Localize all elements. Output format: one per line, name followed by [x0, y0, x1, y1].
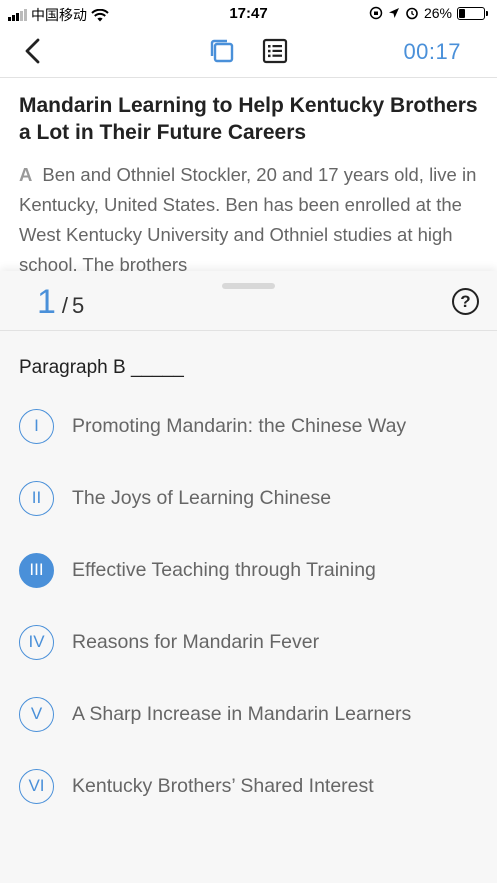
option-text: The Joys of Learning Chinese	[72, 486, 332, 509]
question-counter: 1 / 5	[37, 283, 84, 322]
option-badge[interactable]: III	[19, 552, 54, 588]
counter-current: 1	[37, 283, 56, 321]
option-text: Promoting Mandarin: the Chinese Way	[72, 414, 407, 437]
alarm-icon	[406, 7, 418, 20]
article-title: Mandarin Learning to Help Kentucky Broth…	[19, 94, 478, 144]
option-iii[interactable]: III Effective Teaching through Training	[19, 552, 479, 588]
option-iv[interactable]: IV Reasons for Mandarin Fever	[19, 624, 479, 660]
option-badge[interactable]: II	[19, 480, 54, 516]
question-prompt: Paragraph B _____	[19, 357, 184, 378]
status-right: 26%	[369, 5, 488, 21]
nav-bar: 00:17	[0, 26, 497, 78]
battery-fill	[459, 8, 465, 18]
paragraph-label: A	[19, 164, 33, 185]
timer: 00:17	[403, 39, 461, 64]
option-i[interactable]: I Promoting Mandarin: the Chinese Way	[19, 408, 479, 444]
paragraph-text: Ben and Othniel Stockler, 20 and 17 year…	[19, 164, 477, 271]
option-badge[interactable]: V	[19, 696, 54, 732]
counter-total: 5	[72, 293, 85, 318]
battery-percent: 26%	[423, 5, 452, 21]
orientation-lock-icon	[369, 6, 383, 20]
question-panel: 1 / 5 ? Paragraph B _____ I Promoting Ma…	[0, 271, 497, 883]
drag-handle[interactable]	[222, 283, 275, 289]
divider	[0, 330, 497, 331]
battery-icon	[457, 6, 488, 20]
copy-icon[interactable]	[208, 37, 236, 65]
counter-separator: /	[61, 293, 69, 318]
status-bar: 中国移动 17:47 26%	[0, 0, 497, 26]
option-badge[interactable]: VI	[19, 768, 54, 804]
location-icon	[388, 8, 399, 18]
article-pane[interactable]: Mandarin Learning to Help Kentucky Broth…	[0, 78, 497, 271]
chevron-left-icon[interactable]	[18, 36, 48, 66]
option-ii[interactable]: II The Joys of Learning Chinese	[19, 480, 479, 516]
option-text: A Sharp Increase in Mandarin Learners	[72, 702, 412, 725]
option-text: Kentucky Brothers’ Shared Interest	[72, 774, 374, 797]
option-badge[interactable]: I	[19, 408, 54, 444]
option-text: Reasons for Mandarin Fever	[72, 630, 320, 653]
article-paragraph: A Ben and Othniel Stockler, 20 and 17 yea…	[19, 160, 478, 271]
list-icon[interactable]	[262, 38, 288, 64]
help-icon[interactable]: ?	[452, 288, 479, 315]
option-vi[interactable]: VI Kentucky Brothers’ Shared Interest	[19, 768, 479, 804]
option-badge[interactable]: IV	[19, 624, 54, 660]
option-text: Effective Teaching through Training	[72, 558, 376, 581]
option-v[interactable]: V A Sharp Increase in Mandarin Learners	[19, 696, 479, 732]
